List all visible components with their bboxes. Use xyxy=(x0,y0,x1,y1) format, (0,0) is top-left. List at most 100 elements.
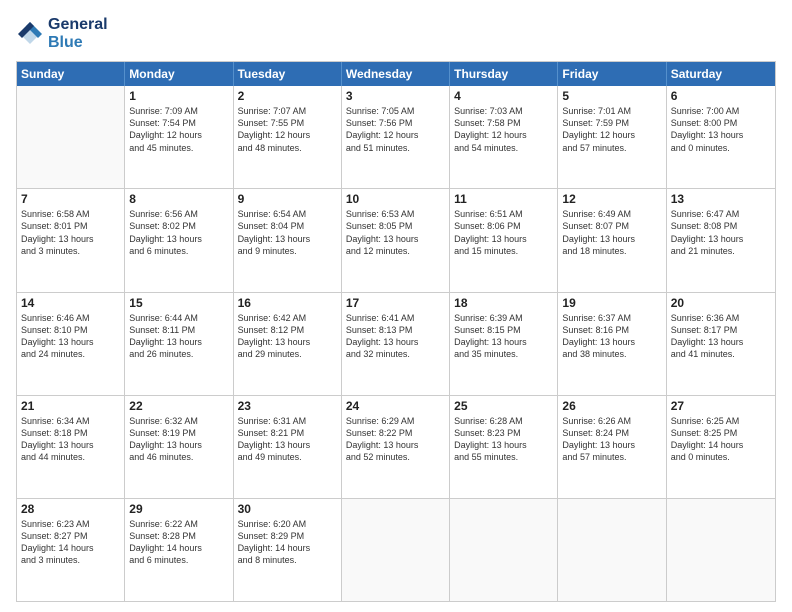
cell-line: Daylight: 13 hours xyxy=(454,439,553,451)
cal-header-friday: Friday xyxy=(558,62,666,86)
cell-line: Daylight: 14 hours xyxy=(238,542,337,554)
logo-icon xyxy=(16,20,44,48)
cal-cell: 16Sunrise: 6:42 AMSunset: 8:12 PMDayligh… xyxy=(234,293,342,395)
day-number: 28 xyxy=(21,502,120,516)
cell-line: Sunrise: 6:32 AM xyxy=(129,415,228,427)
cell-line: and 3 minutes. xyxy=(21,554,120,566)
cal-cell: 15Sunrise: 6:44 AMSunset: 8:11 PMDayligh… xyxy=(125,293,233,395)
cell-line: Sunset: 8:24 PM xyxy=(562,427,661,439)
cal-cell: 29Sunrise: 6:22 AMSunset: 8:28 PMDayligh… xyxy=(125,499,233,601)
calendar-body: 1 Sunrise: 7:09 AMSunset: 7:54 PM Daylight… xyxy=(17,86,775,601)
cell-line: Daylight: 13 hours xyxy=(671,233,771,245)
cell-line: Daylight: 14 hours xyxy=(21,542,120,554)
cell-line: Daylight: 12 hours xyxy=(454,129,553,141)
cell-line: Sunset: 8:07 PM xyxy=(562,220,661,232)
day-number: 14 xyxy=(21,296,120,310)
day-number: 21 xyxy=(21,399,120,413)
cell-line: Sunrise: 6:49 AM xyxy=(562,208,661,220)
cell-line: and 9 minutes. xyxy=(238,245,337,257)
day-number: 23 xyxy=(238,399,337,413)
cell-line: Sunrise: 7:07 AM xyxy=(238,105,337,117)
day-number: 19 xyxy=(562,296,661,310)
cell-line: Sunrise: 6:28 AM xyxy=(454,415,553,427)
cell-line: Sunset: 8:11 PM xyxy=(129,324,228,336)
cell-line: Sunset: 8:25 PM xyxy=(671,427,771,439)
cell-line: and 41 minutes. xyxy=(671,348,771,360)
cell-line: and 12 minutes. xyxy=(346,245,445,257)
cell-line: Sunrise: 6:31 AM xyxy=(238,415,337,427)
cell-line: Sunrise: 6:29 AM xyxy=(346,415,445,427)
cell-line: Daylight: 13 hours xyxy=(21,336,120,348)
cell-line: and 38 minutes. xyxy=(562,348,661,360)
cell-line: Sunset: 8:21 PM xyxy=(238,427,337,439)
cell-line: and 29 minutes. xyxy=(238,348,337,360)
cell-line: Sunset: 8:05 PM xyxy=(346,220,445,232)
day-number: 8 xyxy=(129,192,228,206)
cell-line: and 3 minutes. xyxy=(21,245,120,257)
calendar-header: SundayMondayTuesdayWednesdayThursdayFrid… xyxy=(17,62,775,86)
cal-cell: 17Sunrise: 6:41 AMSunset: 8:13 PMDayligh… xyxy=(342,293,450,395)
cell-line: Daylight: 13 hours xyxy=(454,233,553,245)
header: General Blue xyxy=(16,16,776,51)
day-number: 29 xyxy=(129,502,228,516)
cal-cell: 18Sunrise: 6:39 AMSunset: 8:15 PMDayligh… xyxy=(450,293,558,395)
cell-line: and 52 minutes. xyxy=(346,451,445,463)
cell-line: Daylight: 13 hours xyxy=(21,233,120,245)
cell-line: Sunset: 7:54 PM xyxy=(129,117,228,129)
cell-line: and 0 minutes. xyxy=(671,142,771,154)
day-number: 15 xyxy=(129,296,228,310)
cal-cell: 27Sunrise: 6:25 AMSunset: 8:25 PMDayligh… xyxy=(667,396,775,498)
cal-header-sunday: Sunday xyxy=(17,62,125,86)
cell-line: Sunset: 8:19 PM xyxy=(129,427,228,439)
cell-line: Daylight: 13 hours xyxy=(562,233,661,245)
cal-cell: 6Sunrise: 7:00 AMSunset: 8:00 PMDaylight… xyxy=(667,86,775,188)
cell-line: Sunrise: 7:09 AM xyxy=(129,105,228,117)
cal-cell: 13Sunrise: 6:47 AMSunset: 8:08 PMDayligh… xyxy=(667,189,775,291)
cal-cell: 9Sunrise: 6:54 AMSunset: 8:04 PMDaylight… xyxy=(234,189,342,291)
day-number: 13 xyxy=(671,192,771,206)
cell-line: Sunset: 8:00 PM xyxy=(671,117,771,129)
cell-line: and 46 minutes. xyxy=(129,451,228,463)
cell-line: and 24 minutes. xyxy=(21,348,120,360)
cell-line: Daylight: 12 hours xyxy=(346,129,445,141)
day-number: 3 xyxy=(346,89,445,103)
cal-cell: 8Sunrise: 6:56 AMSunset: 8:02 PMDaylight… xyxy=(125,189,233,291)
cell-line: Daylight: 13 hours xyxy=(238,336,337,348)
cell-line: Daylight: 12 hours xyxy=(562,129,661,141)
day-number: 17 xyxy=(346,296,445,310)
cell-line: Sunrise: 6:22 AM xyxy=(129,518,228,530)
day-number: 22 xyxy=(129,399,228,413)
cell-line: Sunrise: 6:25 AM xyxy=(671,415,771,427)
cell-line: Daylight: 13 hours xyxy=(238,233,337,245)
cal-week-2: 7Sunrise: 6:58 AMSunset: 8:01 PMDaylight… xyxy=(17,189,775,292)
cell-line: Sunrise: 6:36 AM xyxy=(671,312,771,324)
cell-line: Sunset: 8:16 PM xyxy=(562,324,661,336)
cell-line: Sunrise: 7:03 AM xyxy=(454,105,553,117)
cal-cell xyxy=(342,499,450,601)
cell-line: Daylight: 13 hours xyxy=(129,233,228,245)
day-number: 26 xyxy=(562,399,661,413)
cell-line: Daylight: 13 hours xyxy=(129,439,228,451)
day-number: 20 xyxy=(671,296,771,310)
cal-cell: 11Sunrise: 6:51 AMSunset: 8:06 PMDayligh… xyxy=(450,189,558,291)
cell-line: Daylight: 13 hours xyxy=(562,336,661,348)
cell-line: Sunrise: 6:44 AM xyxy=(129,312,228,324)
cell-line: Daylight: 13 hours xyxy=(671,336,771,348)
cal-week-1: 1 Sunrise: 7:09 AMSunset: 7:54 PM Daylight… xyxy=(17,86,775,189)
cell-line: Daylight: 13 hours xyxy=(562,439,661,451)
day-number: 6 xyxy=(671,89,771,103)
cell-line: Sunrise: 6:46 AM xyxy=(21,312,120,324)
cell-line: Sunrise: 6:42 AM xyxy=(238,312,337,324)
cell-line: and 48 minutes. xyxy=(238,142,337,154)
cal-cell xyxy=(667,499,775,601)
cal-cell: 10Sunrise: 6:53 AMSunset: 8:05 PMDayligh… xyxy=(342,189,450,291)
cell-line: Sunset: 7:55 PM xyxy=(238,117,337,129)
cell-line: Sunset: 7:59 PM xyxy=(562,117,661,129)
cal-cell: 26 Sunrise: 6:26 AMSunset: 8:24 PMDayligh… xyxy=(558,396,666,498)
cell-line: Sunrise: 7:01 AM xyxy=(562,105,661,117)
day-number: 1 xyxy=(129,89,228,103)
day-number: 16 xyxy=(238,296,337,310)
cal-cell: 28Sunrise: 6:23 AMSunset: 8:27 PMDayligh… xyxy=(17,499,125,601)
cell-line: Sunrise: 6:26 AM xyxy=(562,415,661,427)
cal-cell xyxy=(558,499,666,601)
